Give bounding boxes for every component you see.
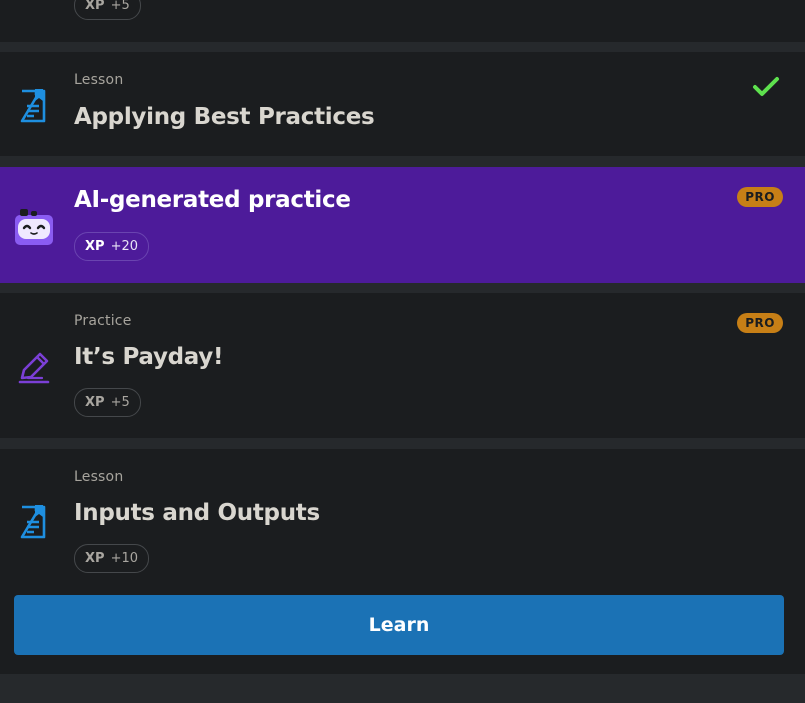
learn-button[interactable]: Learn [14,595,784,655]
xp-pill: XP +5 [74,0,141,20]
completed-check-icon [751,74,781,104]
ai-practice-card[interactable]: AI-generated practice XP +20 PRO [0,167,805,283]
pro-badge: PRO [737,313,783,333]
xp-pill: XP +20 [74,232,149,261]
practice-pencil-icon [14,348,54,392]
xp-value: +5 [110,0,130,13]
xp-value: +20 [110,239,138,254]
xp-pill: XP +10 [74,544,149,573]
xp-label: XP [85,239,105,254]
item-kind: Lesson [74,72,124,88]
item-title: Applying Best Practices [74,104,375,130]
item-kind: Practice [74,313,132,329]
xp-value: +5 [110,395,130,410]
xp-label: XP [85,395,105,410]
lesson-card-applying-best-practices[interactable]: Lesson Applying Best Practices [0,52,805,156]
ai-bot-mascot-icon [14,207,54,251]
item-title: Inputs and Outputs [74,500,320,526]
pro-badge: PRO [737,187,783,207]
item-title: It’s Payday! [74,344,224,370]
xp-value: +10 [110,551,138,566]
item-kind: Lesson [74,469,124,485]
xp-label: XP [85,0,105,13]
lesson-document-icon [14,86,54,130]
lesson-document-icon [14,502,54,546]
practice-card-its-payday[interactable]: Practice It’s Payday! XP +5 PRO [0,293,805,438]
top-card-partial[interactable]: XP +5 [0,0,805,42]
item-title: AI-generated practice [74,187,351,213]
xp-label: XP [85,551,105,566]
xp-pill: XP +5 [74,388,141,417]
